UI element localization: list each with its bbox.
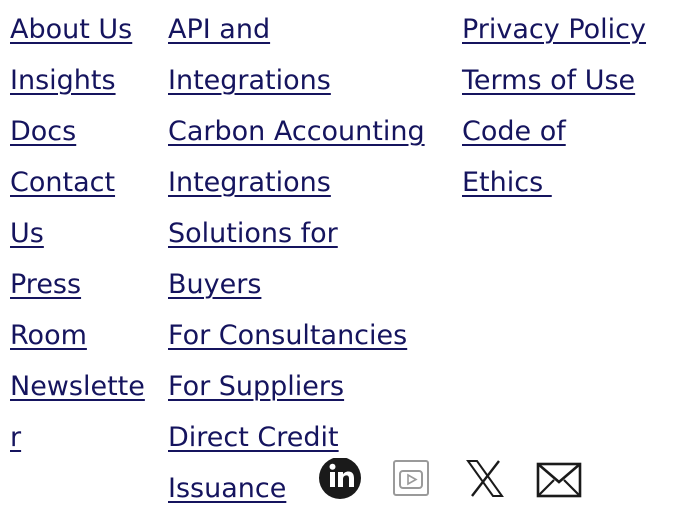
docs-link[interactable]: Docs [10,106,160,157]
privacy-policy-link[interactable]: Privacy Policy [462,4,672,55]
contact-us-link-line-1[interactable]: Contact [10,157,160,208]
carbon-accounting-link-line-2[interactable]: Integrations [168,157,458,208]
newsletter-link-line-2[interactable]: r [10,412,160,463]
terms-of-use-link[interactable]: Terms of Use [462,55,672,106]
api-integrations-link-line-1[interactable]: API and [168,4,458,55]
solutions-for-buyers-link-line-1[interactable]: Solutions for [168,208,458,259]
code-of-ethics-link-line-1[interactable]: Code of [462,106,672,157]
for-suppliers-link[interactable]: For Suppliers [168,361,458,412]
press-room-link-line-2[interactable]: Room [10,310,160,361]
solutions-for-buyers-link-line-2[interactable]: Buyers [168,259,458,310]
legal-links-column: Privacy Policy Terms of Use Code of Ethi… [462,4,672,208]
youtube-icon[interactable] [386,458,436,500]
press-room-link-line-1[interactable]: Press [10,259,160,310]
about-us-link[interactable]: About Us [10,4,160,55]
linkedin-icon[interactable] [312,458,362,500]
newsletter-link-line-1[interactable]: Newslette [10,361,160,412]
x-icon[interactable] [460,458,510,500]
for-consultancies-link[interactable]: For Consultancies [168,310,458,361]
social-icons-row [312,458,608,500]
contact-us-link-line-2[interactable]: Us [10,208,160,259]
direct-credit-issuance-link-line-1[interactable]: Direct Credit [168,412,458,463]
carbon-accounting-link-line-1[interactable]: Carbon Accounting [168,106,458,157]
email-icon[interactable] [534,458,584,500]
api-integrations-link-line-2[interactable]: Integrations [168,55,458,106]
company-links-column: About Us Insights Docs Contact Us Press … [10,4,160,463]
product-links-column: API and Integrations Carbon Accounting I… [168,4,458,514]
insights-link[interactable]: Insights [10,55,160,106]
code-of-ethics-link-line-2[interactable]: Ethics [462,157,672,208]
